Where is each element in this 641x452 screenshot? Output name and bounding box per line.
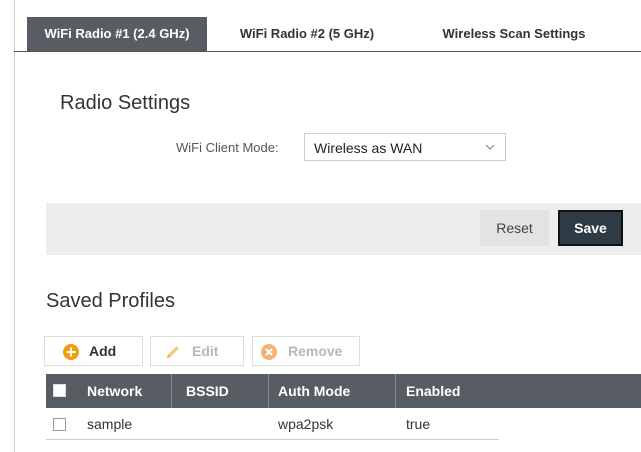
column-header-auth-mode[interactable]: Auth Mode bbox=[278, 374, 350, 408]
radio-settings-title: Radio Settings bbox=[60, 92, 191, 114]
tab-wireless-scan-settings[interactable]: Wireless Scan Settings bbox=[419, 17, 609, 51]
plus-circle-icon bbox=[63, 344, 79, 360]
wifi-client-mode-label: WiFi Client Mode: bbox=[176, 140, 279, 155]
tab-wifi-radio-1[interactable]: WiFi Radio #1 (2.4 GHz) bbox=[27, 17, 207, 51]
remove-label: Remove bbox=[288, 343, 343, 359]
table-row[interactable]: sample wpa2psk true bbox=[46, 408, 499, 440]
edit-button[interactable]: Edit bbox=[150, 336, 244, 366]
column-divider bbox=[395, 374, 396, 408]
cell-enabled: true bbox=[406, 416, 431, 432]
column-header-bssid[interactable]: BSSID bbox=[186, 374, 229, 408]
remove-button[interactable]: Remove bbox=[252, 336, 360, 366]
cell-auth-mode: wpa2psk bbox=[278, 416, 334, 432]
reset-button[interactable]: Reset bbox=[480, 210, 549, 246]
wifi-client-mode-select[interactable]: Wireless as WAN bbox=[304, 133, 506, 161]
add-label: Add bbox=[89, 343, 117, 359]
column-divider bbox=[171, 374, 172, 408]
column-header-enabled[interactable]: Enabled bbox=[406, 374, 460, 408]
profiles-table-header: Network BSSID Auth Mode Enabled bbox=[46, 374, 641, 408]
row-checkbox[interactable] bbox=[53, 418, 66, 431]
select-all-checkbox[interactable] bbox=[53, 384, 66, 397]
action-bar bbox=[46, 203, 641, 255]
add-button[interactable]: Add bbox=[44, 336, 143, 366]
column-header-network[interactable]: Network bbox=[87, 374, 142, 408]
x-circle-icon bbox=[261, 344, 277, 360]
wifi-client-mode-value: Wireless as WAN bbox=[314, 140, 423, 156]
column-divider bbox=[268, 374, 269, 408]
pencil-icon bbox=[167, 346, 179, 358]
save-button[interactable]: Save bbox=[558, 210, 623, 246]
tab-wifi-radio-2[interactable]: WiFi Radio #2 (5 GHz) bbox=[222, 17, 392, 51]
chevron-down-icon bbox=[485, 144, 495, 150]
cell-network: sample bbox=[87, 416, 133, 432]
saved-profiles-title: Saved Profiles bbox=[46, 290, 175, 312]
edit-label: Edit bbox=[192, 343, 219, 359]
tab-bar: WiFi Radio #1 (2.4 GHz) WiFi Radio #2 (5… bbox=[14, 17, 641, 52]
